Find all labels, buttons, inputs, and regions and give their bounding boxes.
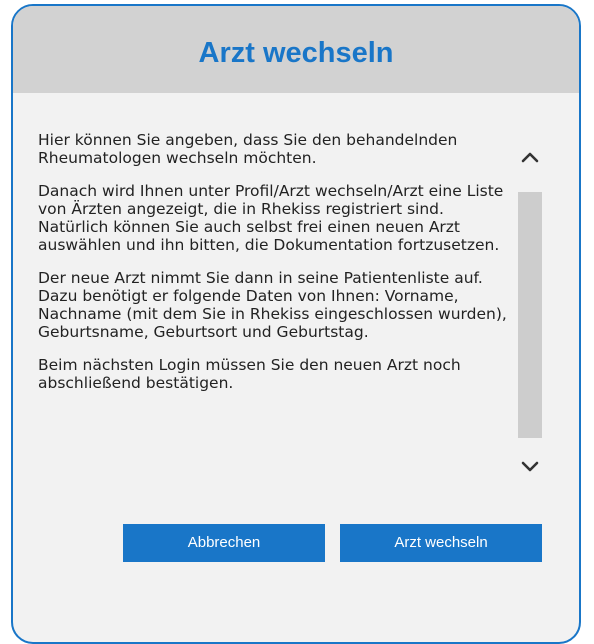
message-paragraph-1: Hier können Sie angeben, dass Sie den be… (38, 131, 458, 167)
message-paragraph-2: Danach wird Ihnen unter Profil/Arzt wech… (38, 182, 504, 254)
message-scrollbar[interactable] (515, 146, 545, 478)
chevron-down-icon[interactable] (519, 456, 541, 478)
cancel-button[interactable]: Abbrechen (123, 524, 325, 562)
dialog-title: Arzt wechseln (198, 37, 394, 69)
dialog-message: Hier können Sie angeben, dass Sie den be… (38, 131, 508, 407)
message-paragraph-3: Der neue Arzt nimmt Sie dann in seine Pa… (38, 269, 507, 341)
scroll-track[interactable] (518, 192, 542, 438)
message-paragraph-4: Beim nächsten Login müssen Sie den neuen… (38, 356, 461, 392)
dialog-header: Arzt wechseln (13, 6, 579, 93)
chevron-up-icon[interactable] (519, 146, 541, 168)
change-doctor-button[interactable]: Arzt wechseln (340, 524, 542, 562)
